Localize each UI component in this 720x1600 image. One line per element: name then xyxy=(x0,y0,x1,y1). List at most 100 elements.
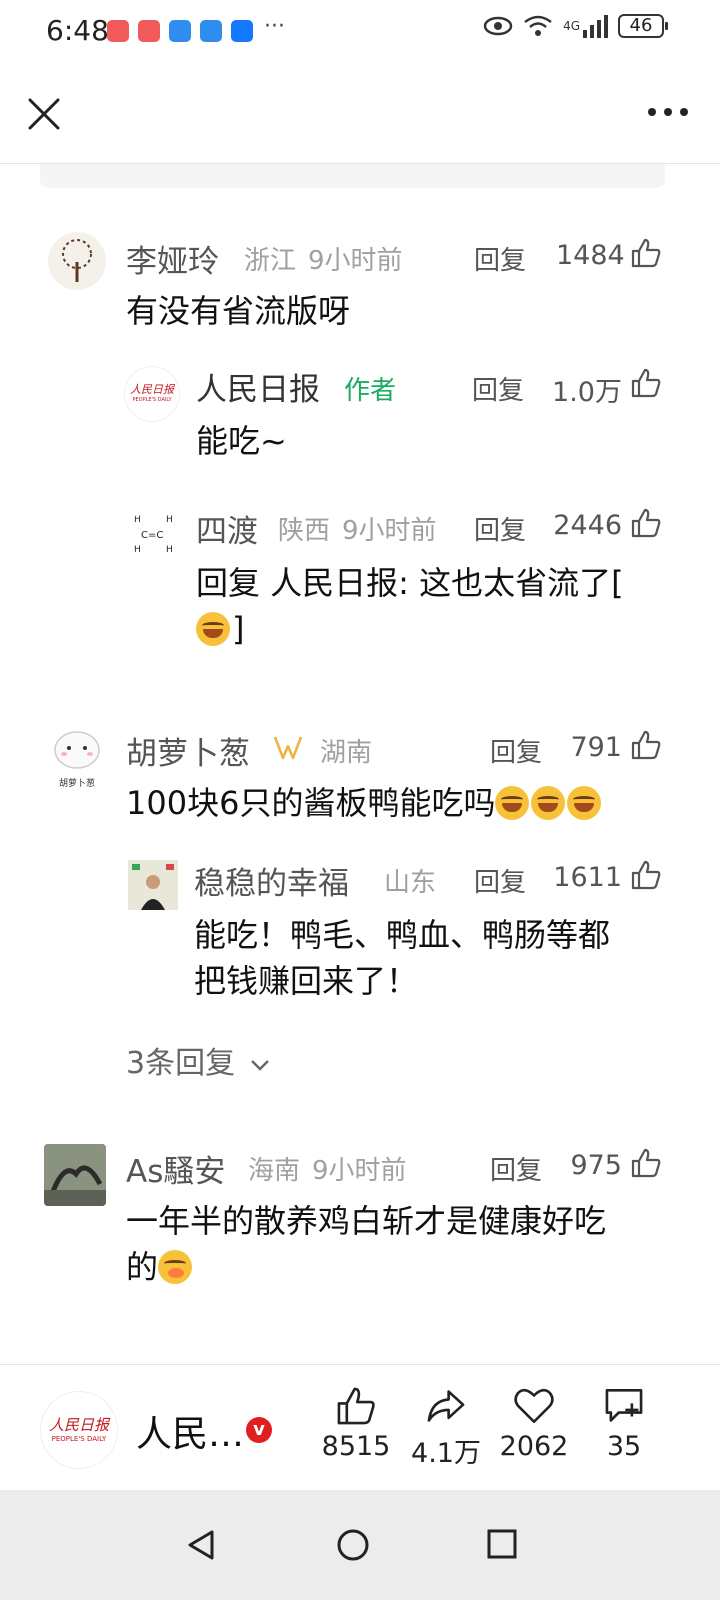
verified-badge: v xyxy=(246,1417,272,1443)
publisher-name[interactable]: 人民… xyxy=(136,1405,244,1457)
thumbs-up-icon[interactable] xyxy=(630,237,662,269)
drooling-emoji-icon xyxy=(158,1250,193,1284)
comment-text: 一年半的散养鸡白斩才是健康好吃 的 xyxy=(126,1198,686,1290)
signal-icon xyxy=(583,15,608,38)
alipay-app-icon xyxy=(231,20,253,42)
eye-icon xyxy=(483,16,513,36)
comment-location: 陕西 xyxy=(278,516,331,546)
favorite-total: 2062 xyxy=(499,1431,569,1462)
publisher-avatar-subtext: PEOPLE'S DAILY xyxy=(51,1435,107,1443)
comment-location: 浙江 xyxy=(244,246,297,276)
avatar-caption: 胡萝卜葱 xyxy=(58,779,95,788)
reply-button[interactable]: 回复 xyxy=(490,1150,542,1187)
share-arrow-icon xyxy=(427,1390,465,1422)
molecule-avatar-icon: H H H HC=C xyxy=(134,515,173,555)
like-count: 791 xyxy=(570,732,622,763)
publisher-avatar[interactable]: 人民日报 PEOPLE'S DAILY xyxy=(40,1391,118,1469)
comment-text: 有没有省流版呀 xyxy=(126,292,351,330)
comment-text: 回复 人民日报: 这也太省流了[ ] xyxy=(196,560,666,652)
more-options-icon[interactable] xyxy=(646,104,690,120)
comment-text: 能吃~ xyxy=(196,422,287,460)
comment-text: 100块6只的酱板鸭能吃吗 xyxy=(126,780,706,826)
wifi-icon xyxy=(524,15,552,36)
comment-text-line2: 的 xyxy=(126,1248,159,1286)
like-button[interactable]: 8515 xyxy=(316,1385,396,1462)
comment-total: 35 xyxy=(606,1431,642,1462)
photo-avatar-icon xyxy=(44,1144,106,1206)
like-count: 1611 xyxy=(553,862,622,893)
thumbs-up-icon[interactable] xyxy=(630,729,662,761)
thumbs-up-icon[interactable] xyxy=(630,507,662,539)
favorite-button[interactable]: 2062 xyxy=(494,1385,574,1462)
battery-indicator: 46 xyxy=(618,14,668,38)
reply-button[interactable]: 回复 xyxy=(474,240,526,277)
like-count: 1484 xyxy=(556,240,625,271)
comment-time: 9小时前 xyxy=(342,516,437,546)
reply-text-line2: 把钱赚回来了！ xyxy=(194,962,419,1000)
chevron-down-icon xyxy=(250,1059,269,1071)
like-count: 975 xyxy=(570,1150,622,1181)
comment-time: 9小时前 xyxy=(308,246,403,276)
thumbs-up-icon[interactable] xyxy=(630,367,662,399)
like-total: 8515 xyxy=(321,1431,391,1462)
like-count: 1.0万 xyxy=(552,377,622,408)
weather-app-icon xyxy=(169,20,191,42)
reply-text-tail: ] xyxy=(232,610,245,648)
comment-username[interactable]: 胡萝卜葱 xyxy=(126,728,250,773)
avatar[interactable]: 胡萝卜葱 xyxy=(48,726,106,788)
reply-button[interactable]: 回复 xyxy=(490,732,542,769)
publisher-avatar-text: 人民日报 xyxy=(48,1416,109,1434)
heart-icon xyxy=(514,1388,554,1424)
comment-plus-icon xyxy=(605,1388,643,1422)
notification-app-icon xyxy=(138,20,160,42)
avatar[interactable] xyxy=(48,232,106,290)
comment-username[interactable]: 四渡 xyxy=(196,506,258,551)
home-icon[interactable] xyxy=(336,1528,370,1562)
comment-text-body: 一年半的散养鸡白斩才是健康好吃 xyxy=(126,1202,607,1240)
thumbs-up-icon[interactable] xyxy=(630,859,662,891)
clock: 6:48 xyxy=(46,14,109,47)
reply-button[interactable]: 回复 xyxy=(474,510,526,547)
reply-button[interactable]: 回复 xyxy=(472,370,524,407)
svg-text:H: H xyxy=(134,545,141,555)
avatar-brand-subtext: PEOPLE'S DAILY xyxy=(132,397,172,403)
laughing-tears-emoji-icon xyxy=(531,786,566,820)
recent-apps-icon[interactable] xyxy=(486,1528,518,1560)
bottom-action-bar: 人民日报 PEOPLE'S DAILY 人民… v 8515 4.1万 2062… xyxy=(0,1364,720,1490)
close-icon[interactable] xyxy=(26,96,62,132)
expand-replies-button[interactable]: 3条回复 xyxy=(126,1038,271,1082)
avatar[interactable]: 人民日报 PEOPLE'S DAILY xyxy=(124,366,180,422)
avatar[interactable] xyxy=(128,860,178,910)
more-notifications-icon: ··· xyxy=(264,14,285,39)
comment-text: 能吃！鸭毛、鸭血、鸭肠等都 把钱赚回来了！ xyxy=(194,912,674,1004)
comment-username[interactable]: 稳稳的幸福 xyxy=(194,858,349,903)
comment-button[interactable]: 35 xyxy=(584,1385,664,1462)
top-bar xyxy=(0,64,720,164)
comment-username[interactable]: As騷安 xyxy=(126,1146,225,1191)
author-tag: 作者 xyxy=(344,376,397,406)
reply-text: 能吃！鸭毛、鸭血、鸭肠等都 xyxy=(194,916,611,954)
back-icon[interactable] xyxy=(184,1528,218,1562)
bunny-avatar-icon xyxy=(54,731,100,769)
avatar[interactable] xyxy=(44,1144,106,1206)
previous-comment-strip xyxy=(40,164,665,188)
like-count: 2446 xyxy=(553,510,622,541)
comment-username[interactable]: 李娅玲 xyxy=(126,236,219,281)
comment-location: 海南 xyxy=(248,1156,301,1186)
vip-badge-icon xyxy=(273,736,303,760)
search-app-icon xyxy=(200,20,222,42)
thumbs-up-icon[interactable] xyxy=(630,1147,662,1179)
avatar[interactable]: H H H H C=C xyxy=(128,508,180,560)
thumbs-up-icon xyxy=(337,1387,375,1425)
facepalm-emoji-icon xyxy=(196,612,230,646)
svg-text:H: H xyxy=(134,515,141,525)
person-avatar-icon xyxy=(132,864,174,910)
share-button[interactable]: 4.1万 xyxy=(406,1385,486,1470)
reply-button[interactable]: 回复 xyxy=(474,862,526,899)
comment-username[interactable]: 人民日报 xyxy=(196,364,320,409)
svg-text:H: H xyxy=(166,545,173,555)
notification-app-icon xyxy=(107,20,129,42)
laughing-tears-emoji-icon xyxy=(495,786,530,820)
reply-text: 回复 人民日报: 这也太省流了[ xyxy=(196,564,624,602)
comment-location: 湖南 xyxy=(320,738,373,768)
